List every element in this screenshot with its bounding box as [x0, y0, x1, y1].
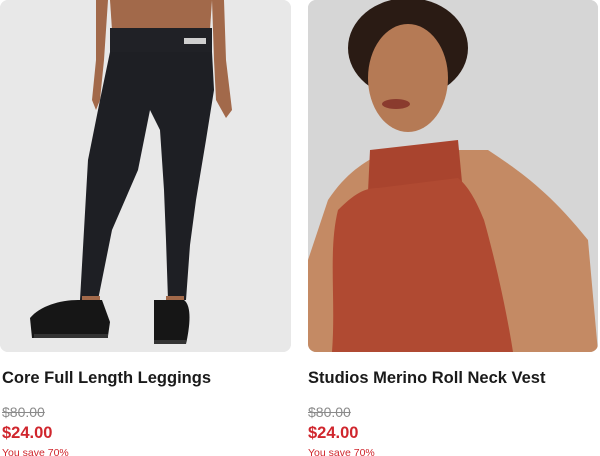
- original-price: $80.00: [308, 404, 351, 420]
- sale-price: $24.00: [308, 424, 359, 442]
- vest-photo-illustration: [308, 0, 598, 352]
- product-title[interactable]: Core Full Length Leggings: [2, 369, 211, 388]
- product-image[interactable]: [0, 0, 291, 352]
- original-price: $80.00: [2, 404, 45, 420]
- product-image[interactable]: [308, 0, 598, 352]
- sale-price: $24.00: [2, 424, 53, 442]
- saving-text: You save 70%: [308, 447, 375, 456]
- saving-text: You save 70%: [2, 447, 69, 456]
- product-grid: Core Full Length Leggings $80.00 $24.00 …: [0, 0, 600, 456]
- product-card[interactable]: Core Full Length Leggings $80.00 $24.00 …: [0, 0, 291, 456]
- product-title[interactable]: Studios Merino Roll Neck Vest: [308, 369, 545, 388]
- leggings-photo-illustration: [0, 0, 291, 352]
- product-card[interactable]: Studios Merino Roll Neck Vest $80.00 $24…: [308, 0, 598, 456]
